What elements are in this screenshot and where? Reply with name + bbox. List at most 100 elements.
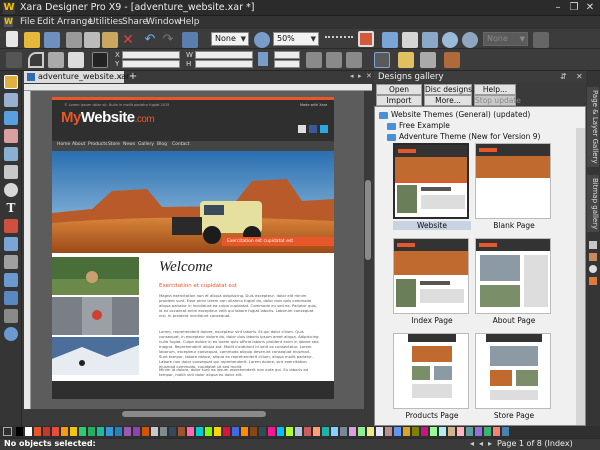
- facebook-icon[interactable]: [309, 125, 317, 133]
- open-button[interactable]: Open: [376, 84, 422, 95]
- color-swatch[interactable]: [133, 427, 140, 436]
- web-properties-icon[interactable]: [402, 32, 418, 48]
- zoom-tool-icon[interactable]: [4, 327, 18, 341]
- close-document-icon[interactable]: ✕: [366, 72, 372, 80]
- redo-icon[interactable]: ↷: [160, 32, 176, 48]
- color-swatch[interactable]: [16, 427, 23, 436]
- aspect-lock-icon[interactable]: [258, 52, 268, 66]
- horizontal-scroll-thumb[interactable]: [122, 411, 266, 417]
- color-swatch[interactable]: [151, 427, 158, 436]
- mode-dropdown[interactable]: None ▼: [483, 32, 528, 46]
- color-swatch[interactable]: [178, 427, 185, 436]
- color-swatch[interactable]: [349, 427, 356, 436]
- bevel-tool-icon[interactable]: [4, 273, 18, 287]
- live-copy-icon[interactable]: [358, 31, 374, 47]
- website-page[interactable]: MyWebsite.com Home About Products Store …: [52, 97, 334, 399]
- publish-icon[interactable]: [462, 32, 478, 48]
- transparency-tool-icon[interactable]: [4, 237, 18, 251]
- card-website[interactable]: Website: [393, 143, 471, 230]
- link-icon[interactable]: [422, 32, 438, 48]
- restore-button[interactable]: ❐: [566, 1, 582, 14]
- pointer-mode-icon[interactable]: [6, 52, 22, 68]
- quality-dropdown[interactable]: None ▼: [211, 32, 249, 46]
- x-coordinate-field[interactable]: [122, 51, 180, 59]
- color-swatch[interactable]: [385, 427, 392, 436]
- tab-scroll-right-icon[interactable]: ▸: [358, 72, 362, 80]
- nav-gallery[interactable]: Gallery: [138, 142, 154, 147]
- color-swatch[interactable]: [466, 427, 473, 436]
- color-swatch[interactable]: [124, 427, 131, 436]
- color-swatch[interactable]: [448, 427, 455, 436]
- zoom-slider-icon[interactable]: [325, 36, 353, 40]
- horizontal-ruler[interactable]: [24, 84, 372, 91]
- close-tab-button[interactable]: ×: [116, 71, 123, 83]
- zoom-icon[interactable]: [254, 32, 270, 48]
- color-swatch[interactable]: [223, 427, 230, 436]
- color-swatch[interactable]: [412, 427, 419, 436]
- bevel-icon[interactable]: [48, 52, 64, 68]
- tree-adventure-theme[interactable]: Adventure Theme (New for Version 9): [399, 132, 540, 141]
- card-about-page[interactable]: About Page: [475, 238, 553, 325]
- menu-file[interactable]: File: [20, 17, 35, 27]
- text-wrap-icon[interactable]: [444, 52, 460, 68]
- shape-editor-tool-icon[interactable]: [4, 93, 18, 107]
- color-swatch[interactable]: [313, 427, 320, 436]
- tree-website-themes[interactable]: Website Themes (General) (updated): [391, 110, 530, 119]
- menu-arrange[interactable]: Arrange: [57, 17, 93, 27]
- email-icon[interactable]: [298, 125, 306, 133]
- toolbar-extra-icon[interactable]: [533, 32, 549, 48]
- grid-icon[interactable]: [92, 52, 108, 68]
- nav-blog[interactable]: Blog: [157, 142, 167, 147]
- import-button[interactable]: Import: [376, 95, 422, 106]
- color-swatch[interactable]: [106, 427, 113, 436]
- color-swatch[interactable]: [232, 427, 239, 436]
- blend-tool-icon[interactable]: [4, 291, 18, 305]
- color-swatch[interactable]: [457, 427, 464, 436]
- color-swatch[interactable]: [277, 427, 284, 436]
- menu-utilities[interactable]: Utilities: [89, 17, 123, 27]
- photo-snow[interactable]: [52, 337, 139, 375]
- color-swatch[interactable]: [421, 427, 428, 436]
- nav-about[interactable]: About: [72, 142, 85, 147]
- card-products-page[interactable]: Products Page: [393, 333, 471, 420]
- designs-gallery-icon[interactable]: [589, 277, 597, 285]
- color-swatch[interactable]: [394, 427, 401, 436]
- paste-icon[interactable]: [102, 32, 118, 48]
- eraser-tool-icon[interactable]: [4, 129, 18, 143]
- bitmap-gallery-tab[interactable]: Bitmap gallery: [587, 175, 599, 233]
- color-swatch[interactable]: [97, 427, 104, 436]
- help-button[interactable]: Help...: [474, 84, 516, 95]
- line-gallery-icon[interactable]: [589, 241, 597, 249]
- tag-icon[interactable]: [398, 52, 414, 68]
- height-field[interactable]: [195, 60, 253, 68]
- skew-icon[interactable]: [346, 52, 362, 68]
- color-swatch[interactable]: [367, 427, 374, 436]
- clipart-gallery-icon[interactable]: [589, 265, 597, 273]
- disc-designs-button[interactable]: Disc designs...: [424, 84, 479, 95]
- color-swatch[interactable]: [484, 427, 491, 436]
- tab-scroll-left-icon[interactable]: ◂: [350, 72, 354, 80]
- color-swatch[interactable]: [34, 427, 41, 436]
- no-color-swatch[interactable]: [3, 427, 12, 436]
- shape-edit-icon[interactable]: [68, 52, 84, 68]
- rounded-corner-icon[interactable]: [28, 52, 44, 68]
- y-coordinate-field[interactable]: [122, 60, 180, 68]
- page-layer-gallery-tab[interactable]: Page & Layer Gallery: [587, 87, 599, 167]
- color-swatch[interactable]: [25, 427, 32, 436]
- more-button[interactable]: More...: [424, 95, 472, 106]
- vertical-ruler[interactable]: [24, 91, 31, 409]
- color-swatch[interactable]: [268, 427, 275, 436]
- selector-tool-icon[interactable]: [4, 75, 18, 89]
- color-swatch[interactable]: [286, 427, 293, 436]
- shadow-tool-icon[interactable]: [4, 255, 18, 269]
- nav-home[interactable]: Home: [57, 142, 70, 147]
- menu-help[interactable]: Help: [179, 17, 200, 27]
- gallery-close-button[interactable]: ✕: [576, 71, 583, 83]
- color-swatch[interactable]: [214, 427, 221, 436]
- color-swatch[interactable]: [43, 427, 50, 436]
- lock-icon[interactable]: [420, 52, 436, 68]
- color-swatch[interactable]: [304, 427, 311, 436]
- color-swatch[interactable]: [322, 427, 329, 436]
- fill-gallery-icon[interactable]: [589, 253, 597, 261]
- scale-x-field[interactable]: [274, 51, 300, 59]
